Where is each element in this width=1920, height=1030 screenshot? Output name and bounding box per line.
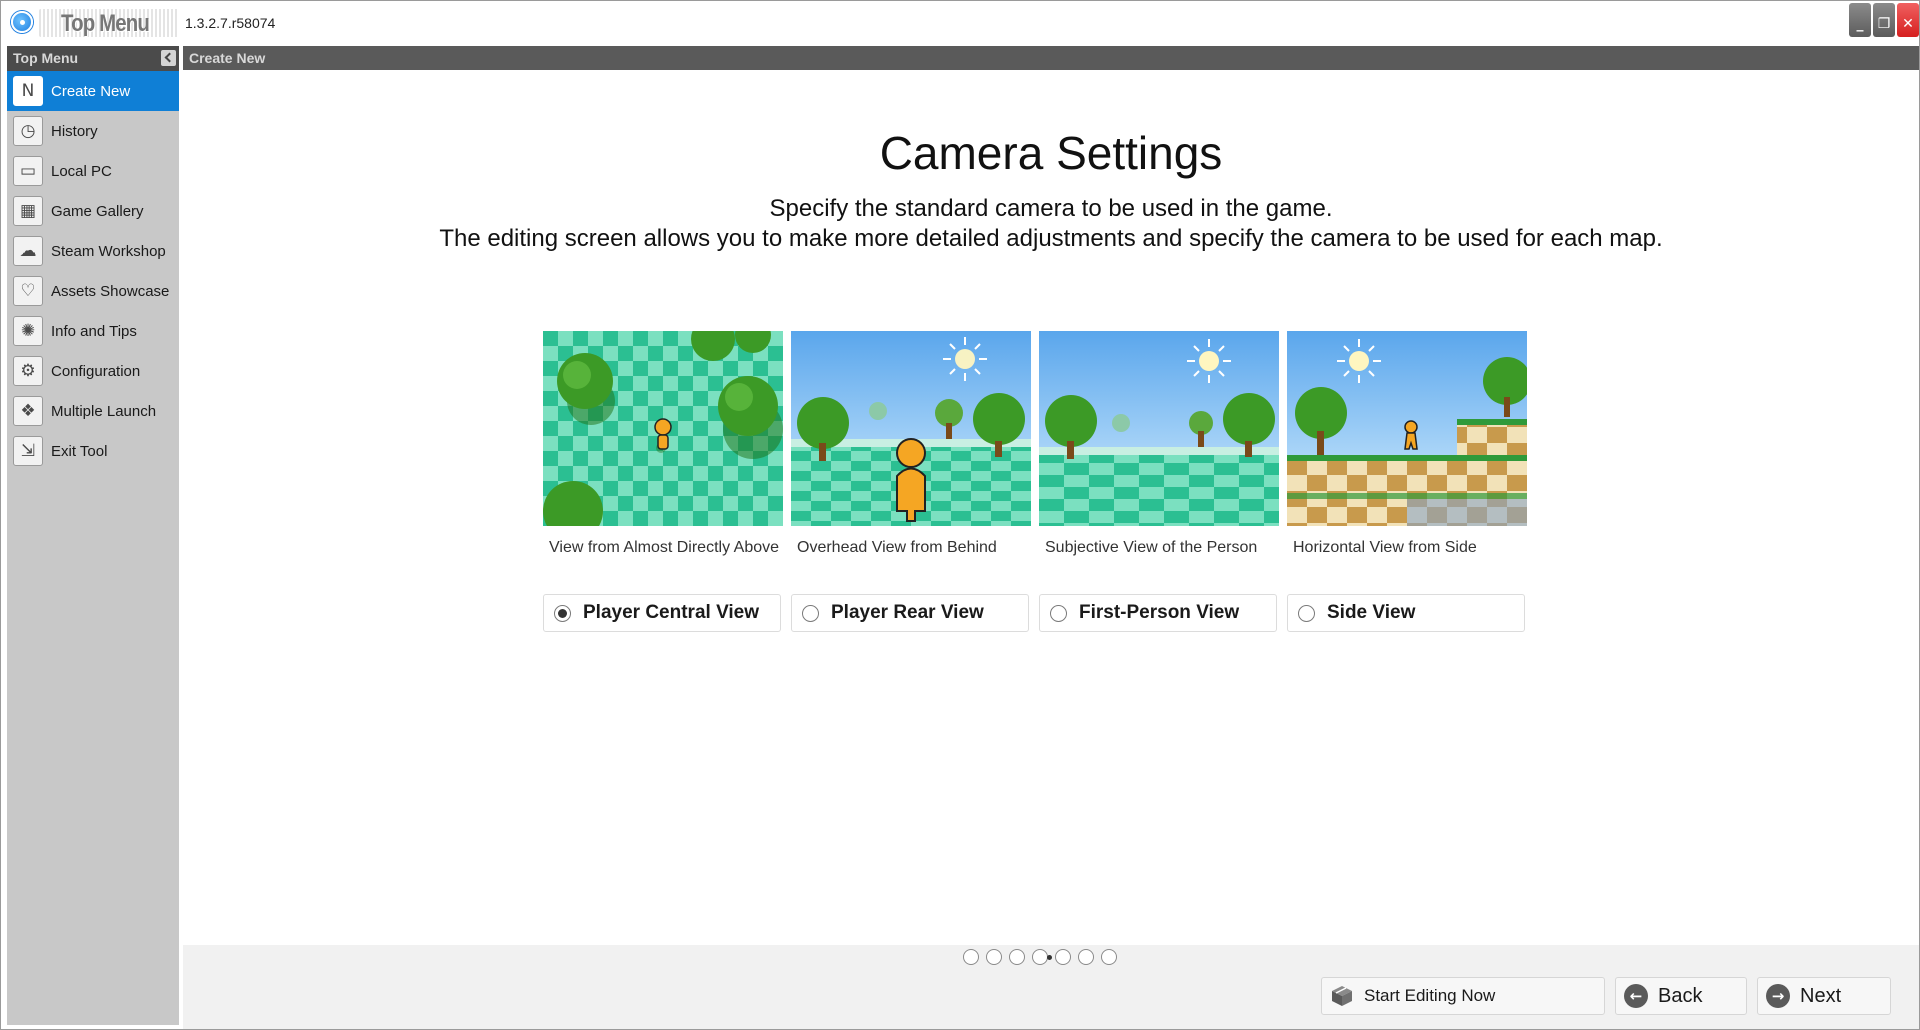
game-gallery-icon: ▦ <box>13 196 43 226</box>
sidebar-item-label: Configuration <box>51 362 141 380</box>
page-dot[interactable] <box>1101 949 1117 965</box>
sidebar-item-label: Steam Workshop <box>51 242 166 260</box>
radio-label: Side View <box>1327 602 1416 623</box>
sidebar-item-assets-showcase[interactable]: ♡ Assets Showcase <box>7 271 179 311</box>
sidebar-header: Top Menu <box>7 46 179 71</box>
close-button[interactable]: ✕ <box>1897 3 1919 37</box>
camera-caption: Horizontal View from Side <box>1293 539 1477 556</box>
page-dot[interactable] <box>986 949 1002 965</box>
content-header: Create New <box>183 46 1919 70</box>
restore-icon: ❐ <box>1877 16 1891 32</box>
camera-card-side[interactable]: Horizontal View from Side Side View <box>1287 331 1527 632</box>
app-logo-icon <box>11 11 33 33</box>
page-dot[interactable] <box>963 949 979 965</box>
back-arrow-icon: ← <box>1624 984 1648 1008</box>
radio-side-view[interactable]: Side View <box>1287 594 1525 632</box>
radio-label: First-Person View <box>1079 602 1240 623</box>
title-logo: Top Menu <box>39 9 179 37</box>
top-down-view-thumbnail <box>543 331 783 526</box>
page-dot[interactable] <box>1078 949 1094 965</box>
camera-card-first-person[interactable]: Subjective View of the Person First-Pers… <box>1039 331 1279 632</box>
camera-caption: View from Almost Directly Above <box>549 539 780 556</box>
sidebar-item-info-and-tips[interactable]: ✺ Info and Tips <box>7 311 179 351</box>
gear-icon: ⚙ <box>13 356 43 386</box>
sidebar-item-label: Create New <box>51 82 131 100</box>
radio-indicator[interactable] <box>802 604 819 622</box>
sidebar-item-local-pc[interactable]: ▭ Local PC <box>7 151 179 191</box>
window-controls: _ ❐ ✕ <box>1849 3 1919 37</box>
camera-card-rear[interactable]: Overhead View from Behind Player Rear Vi… <box>791 331 1031 632</box>
close-icon: ✕ <box>1902 16 1914 32</box>
radio-player-central-view[interactable]: Player Central View <box>543 594 781 632</box>
start-editing-button[interactable]: Start Editing Now <box>1321 977 1605 1015</box>
sidebar-item-label: Info and Tips <box>51 322 137 340</box>
next-button[interactable]: → Next <box>1757 977 1891 1015</box>
camera-card-central[interactable]: View from Almost Directly Above Player C… <box>543 331 783 632</box>
sidebar-item-label: History <box>51 122 98 140</box>
back-button[interactable]: ← Back <box>1615 977 1747 1015</box>
sidebar-item-multiple-launch[interactable]: ❖ Multiple Launch <box>7 391 179 431</box>
sidebar-item-label: Game Gallery <box>51 202 144 220</box>
minimize-icon: _ <box>1856 16 1864 32</box>
version-label: 1.3.2.7.r58074 <box>185 15 276 31</box>
sidebar-item-game-gallery[interactable]: ▦ Game Gallery <box>7 191 179 231</box>
next-label: Next <box>1800 984 1842 1007</box>
radio-indicator[interactable] <box>1050 604 1067 622</box>
radio-indicator[interactable] <box>1298 604 1315 622</box>
sidebar-nav: N Create New ◷ History ▭ Local PC ▦ Game Galler… <box>7 71 179 471</box>
title-bar: Top Menu 1.3.2.7.r58074 _ ❐ ✕ <box>1 1 1919 43</box>
page-title: Camera Settings <box>879 127 1223 179</box>
page-description: Specify the standard camera to be used i… <box>183 194 1919 254</box>
radio-indicator[interactable] <box>554 604 571 622</box>
lightbulb-icon: ✺ <box>13 316 43 346</box>
sidebar-title: Top Menu <box>13 50 79 66</box>
sidebar-item-history[interactable]: ◷ History <box>7 111 179 151</box>
next-arrow-icon: → <box>1766 984 1790 1008</box>
app-window: Top Menu 1.3.2.7.r58074 _ ❐ ✕ Top Menu N… <box>0 0 1920 1030</box>
collapse-sidebar-icon[interactable] <box>161 50 176 66</box>
multiple-launch-icon: ❖ <box>13 396 43 426</box>
cloud-icon: ☁ <box>13 236 43 266</box>
radio-first-person-view[interactable]: First-Person View <box>1039 594 1277 632</box>
exit-icon: ⇲ <box>13 436 43 466</box>
sidebar: Top Menu N Create New ◷ History ▭ Local PC ▦ Ga… <box>7 46 179 1025</box>
sidebar-item-label: Assets Showcase <box>51 282 170 300</box>
rear-view-thumbnail <box>791 331 1031 526</box>
box-icon <box>1330 984 1354 1008</box>
camera-caption: Overhead View from Behind <box>797 539 997 556</box>
camera-caption: Subjective View of the Person <box>1045 539 1258 556</box>
start-editing-label: Start Editing Now <box>1364 986 1496 1005</box>
monitor-icon: ▭ <box>13 156 43 186</box>
camera-options: View from Almost Directly Above Player C… <box>543 331 1527 632</box>
radio-player-rear-view[interactable]: Player Rear View <box>791 594 1029 632</box>
title-logo-text: Top Menu <box>61 10 150 37</box>
sidebar-item-label: Multiple Launch <box>51 402 157 420</box>
first-person-view-thumbnail <box>1039 331 1279 526</box>
description-line-1: Specify the standard camera to be used i… <box>769 195 1333 222</box>
sidebar-item-steam-workshop[interactable]: ☁ Steam Workshop <box>7 231 179 271</box>
minimize-button[interactable]: _ <box>1849 3 1871 37</box>
page-indicator <box>963 949 1117 965</box>
radio-label: Player Rear View <box>831 602 984 623</box>
heart-download-icon: ♡ <box>13 276 43 306</box>
sidebar-item-configuration[interactable]: ⚙ Configuration <box>7 351 179 391</box>
side-view-thumbnail <box>1287 331 1527 526</box>
page-dot[interactable] <box>1032 949 1048 965</box>
wizard-footer: Start Editing Now ← Back → Next <box>183 945 1919 1029</box>
history-icon: ◷ <box>13 116 43 146</box>
sidebar-item-label: Local PC <box>51 162 112 180</box>
sidebar-item-label: Exit Tool <box>51 442 108 460</box>
back-label: Back <box>1658 984 1703 1007</box>
new-document-icon: N <box>13 76 43 106</box>
sidebar-item-exit-tool[interactable]: ⇲ Exit Tool <box>7 431 179 471</box>
page-dot[interactable] <box>1047 949 1071 965</box>
restore-button[interactable]: ❐ <box>1873 3 1895 37</box>
page-dot[interactable] <box>1009 949 1025 965</box>
radio-label: Player Central View <box>583 602 760 623</box>
description-line-2: The editing screen allows you to make mo… <box>439 225 1663 252</box>
sidebar-item-create-new[interactable]: N Create New <box>7 71 179 111</box>
